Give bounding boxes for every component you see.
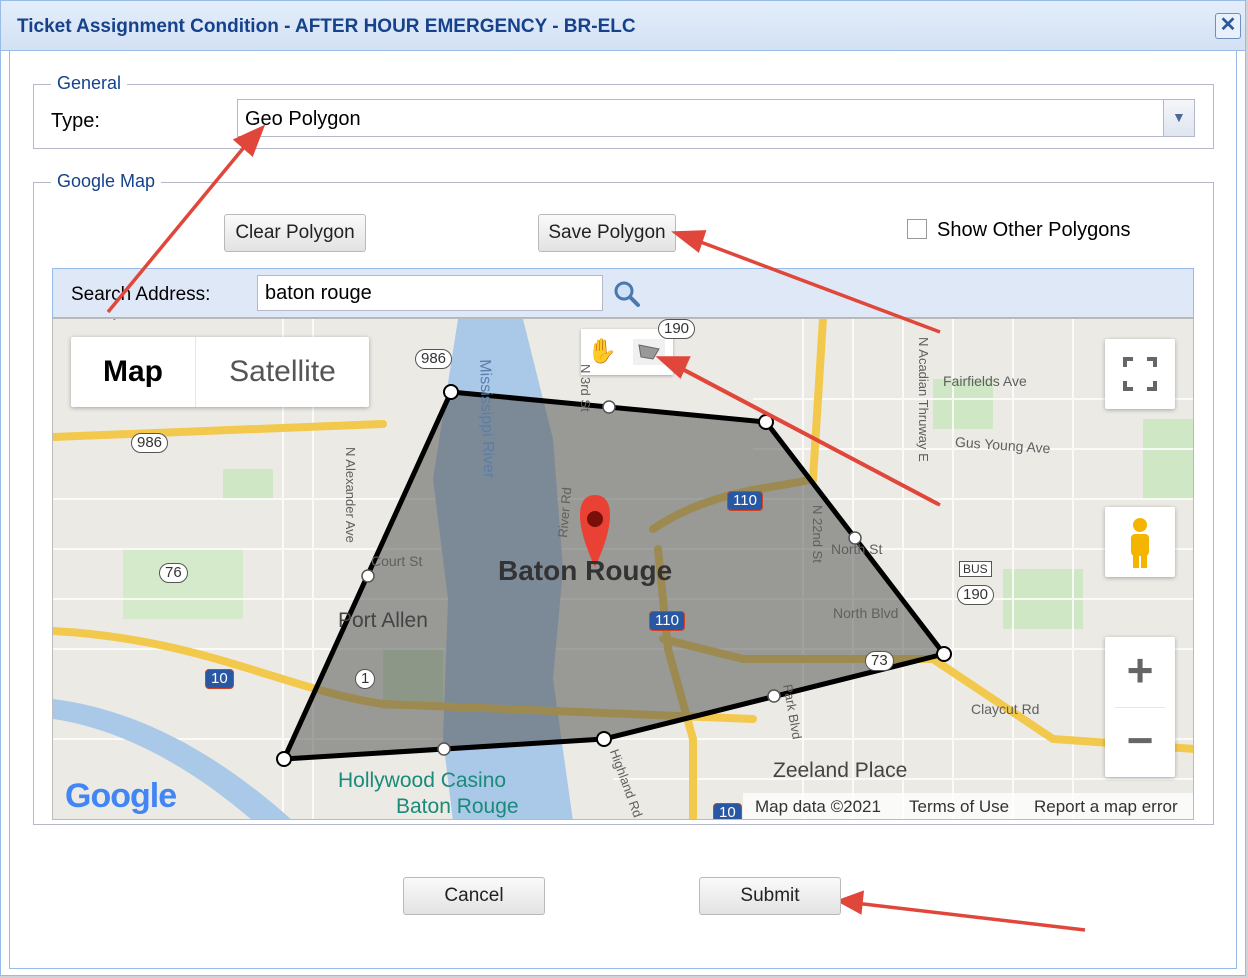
map-label-court-st: Court St <box>371 553 423 569</box>
map-label-n-3rd: N 3rd St <box>578 364 593 412</box>
dialog-title: Ticket Assignment Condition - AFTER HOUR… <box>17 16 636 37</box>
route-shield: 73 <box>865 651 894 671</box>
fullscreen-button[interactable] <box>1105 339 1175 409</box>
hand-icon[interactable]: ✋ <box>587 337 617 366</box>
zoom-out-button[interactable]: − <box>1105 707 1175 777</box>
map-label-n-22nd: N 22nd St <box>810 505 825 563</box>
map-type-control: Map Satellite <box>71 337 369 407</box>
map-attribution: Map data ©2021 <box>755 797 881 816</box>
zoom-in-button[interactable]: + <box>1105 637 1175 707</box>
bus-route-label: BUS <box>959 561 992 577</box>
map-type-map[interactable]: Map <box>71 337 195 407</box>
submit-button[interactable]: Submit <box>699 877 841 915</box>
route-shield: 190 <box>957 585 995 605</box>
map-label-port-allen: Port Allen <box>338 609 428 632</box>
map-label-north-st: North St <box>831 541 883 557</box>
pegman-icon <box>1131 518 1149 568</box>
map-label-city: Baton Rouge <box>498 555 673 586</box>
map-label-north-blvd: North Blvd <box>833 605 899 621</box>
interstate-shield: 10 <box>205 669 234 689</box>
clear-polygon-button[interactable]: Clear Polygon <box>224 214 366 252</box>
google-map[interactable]: Map Satellite ✋ + − Baton Rouge Port All… <box>52 318 1194 820</box>
terms-link[interactable]: Terms of Use <box>909 797 1009 817</box>
type-label: Type: <box>51 110 100 132</box>
close-button[interactable]: ✕ <box>1215 13 1241 39</box>
route-shield: 76 <box>159 563 188 583</box>
fullscreen-icon <box>1123 357 1157 391</box>
map-type-satellite[interactable]: Satellite <box>196 337 369 407</box>
chevron-down-icon[interactable]: ▼ <box>1163 100 1194 136</box>
route-shield: 986 <box>415 349 453 369</box>
polygon-draw-icon[interactable] <box>633 339 665 365</box>
map-label-n-acadian: N Acadian Thruway E <box>916 337 931 462</box>
type-select-value: Geo Polygon <box>245 108 361 130</box>
route-shield: 986 <box>131 433 169 453</box>
report-error-link[interactable]: Report a map error <box>1034 797 1178 817</box>
show-other-polygons-checkbox[interactable] <box>907 219 927 239</box>
cancel-button[interactable]: Cancel <box>403 877 545 915</box>
google-logo: Google <box>65 777 177 815</box>
map-label-claycut: Claycut Rd <box>971 701 1040 717</box>
map-label-fairfields: Fairfields Ave <box>943 373 1027 389</box>
drawing-toolbar: ✋ <box>581 329 673 375</box>
search-icon[interactable] <box>612 279 642 309</box>
map-label-casino-2: Baton Rouge <box>396 795 519 818</box>
search-address-input[interactable] <box>257 275 603 311</box>
google-map-legend: Google Map <box>51 171 162 192</box>
save-polygon-button[interactable]: Save Polygon <box>538 214 676 252</box>
map-label-casino-1: Hollywood Casino <box>338 769 507 792</box>
interstate-shield: 110 <box>649 611 685 631</box>
route-shield: 190 <box>658 319 696 339</box>
interstate-shield: 110 <box>727 491 763 511</box>
show-other-polygons-label: Show Other Polygons <box>937 219 1131 241</box>
dialog-titlebar[interactable]: Ticket Assignment Condition - AFTER HOUR… <box>1 1 1245 51</box>
map-label-n-alexander: N Alexander Ave <box>343 447 358 543</box>
type-select[interactable]: Geo Polygon ▼ <box>237 99 1195 137</box>
map-label-zeeland: Zeeland Place <box>773 759 908 782</box>
zoom-control: + − <box>1105 637 1175 777</box>
street-view-pegman[interactable] <box>1105 507 1175 577</box>
general-legend: General <box>51 73 128 94</box>
interstate-shield: 10 <box>713 803 742 819</box>
search-address-label: Search Address: <box>71 284 211 305</box>
